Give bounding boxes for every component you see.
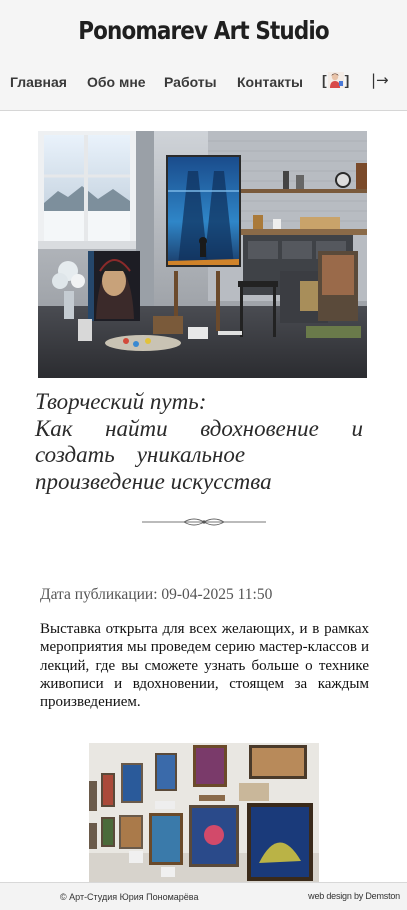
article-title-line-4: произведение искусства	[35, 468, 272, 494]
article-title-line-3: создать уникальное	[35, 442, 363, 469]
article-title-line-2: Как найти вдохновение и	[35, 416, 363, 443]
title-word: вдохновение	[200, 415, 319, 441]
publication-date: Дата публикации: 09-04-2025 11:50	[40, 586, 272, 604]
bracket-close: ]	[344, 72, 350, 88]
footer-copyright: © Арт-Студия Юрия Пономарёва	[60, 892, 199, 902]
nav-item-contacts[interactable]: Контакты	[237, 74, 303, 90]
login-arrow-icon[interactable]: |→	[371, 71, 389, 89]
title-word: создать	[35, 442, 115, 467]
user-avatar-icon	[327, 72, 344, 88]
bracket-open: [	[322, 72, 327, 88]
publication-date-label: Дата публикации:	[40, 586, 158, 603]
hero-image-art-studio	[38, 131, 367, 378]
site-title[interactable]: Ponomarev Art Studio	[28, 16, 378, 45]
ornament-divider	[142, 518, 266, 526]
nav-item-works[interactable]: Работы	[164, 74, 217, 90]
site-footer: © Арт-Студия Юрия Пономарёва web design …	[0, 882, 407, 910]
site-header: Ponomarev Art Studio Главная Обо мне Раб…	[0, 0, 407, 111]
title-word: и	[351, 415, 363, 441]
gallery-exhibition-image	[89, 743, 319, 883]
user-profile-link[interactable]: [ ]	[322, 72, 349, 88]
nav-item-about[interactable]: Обо мне	[87, 74, 146, 90]
article-title-line-1: Творческий путь:	[35, 389, 207, 414]
nav-item-home[interactable]: Главная	[10, 74, 67, 90]
title-word: уникальное	[136, 442, 246, 467]
article-body: Выставка открыта для всех желающих, и в …	[40, 621, 369, 711]
title-word: найти	[105, 415, 168, 441]
title-word: Как	[35, 415, 73, 441]
publication-date-value: 09-04-2025 11:50	[161, 586, 273, 603]
article-title: Творческий путь: Как найти вдохновение и…	[35, 389, 363, 495]
main-nav: Главная Обо мне Работы Контакты [ ] |→	[0, 71, 407, 94]
footer-design-credit[interactable]: web design by Demston	[308, 891, 400, 901]
